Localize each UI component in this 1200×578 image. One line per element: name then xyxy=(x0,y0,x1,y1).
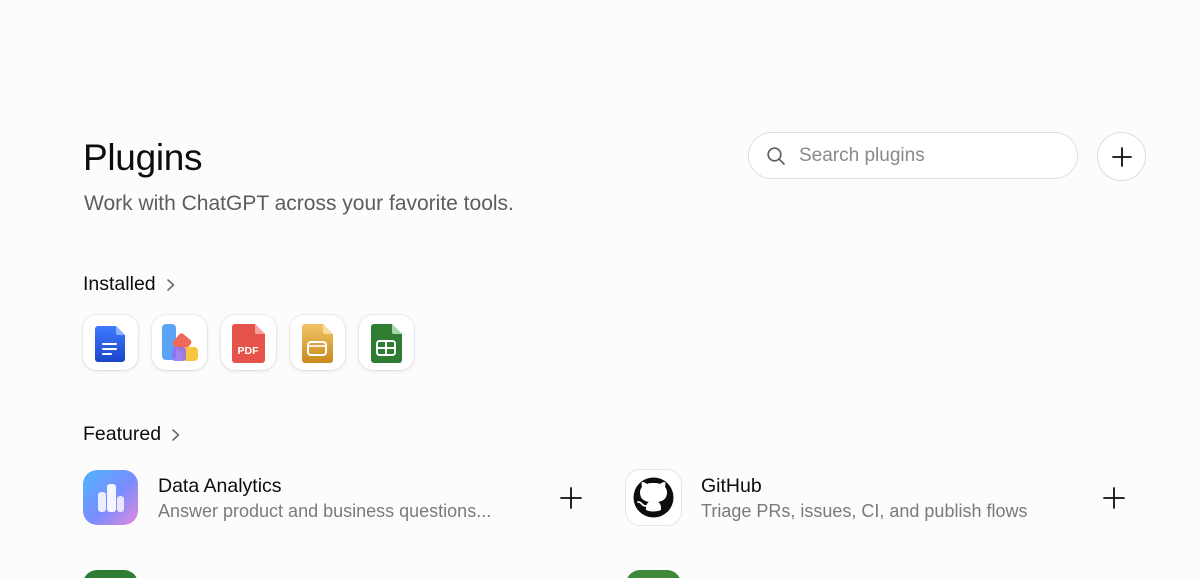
featured-item-name: Data Analytics xyxy=(158,475,282,497)
featured-item-logo-partial xyxy=(626,570,681,578)
featured-label: Featured xyxy=(83,423,162,445)
featured-item-logo-partial xyxy=(83,570,138,578)
pdf-icon: PDF xyxy=(231,323,265,363)
add-plugin-plus-icon[interactable] xyxy=(1102,486,1126,510)
installed-app-pdf[interactable]: PDF xyxy=(221,315,276,370)
page-subtitle: Work with ChatGPT across your favorite t… xyxy=(84,192,514,215)
featured-section-link[interactable]: Featured xyxy=(83,422,183,446)
chevron-right-icon xyxy=(166,278,174,291)
docs-icon xyxy=(94,325,125,362)
sheets-icon xyxy=(370,323,402,363)
featured-item-data-analytics[interactable]: Data Analytics Answer product and busine… xyxy=(83,470,588,526)
search-box[interactable] xyxy=(748,132,1078,179)
featured-item-description: Answer product and business questions... xyxy=(158,501,492,521)
github-icon xyxy=(626,470,681,525)
slides-icon xyxy=(301,323,333,363)
featured-item-github[interactable]: GitHub Triage PRs, issues, CI, and publi… xyxy=(626,470,1131,526)
chevron-right-icon xyxy=(172,428,180,441)
installed-app-docs[interactable] xyxy=(83,315,138,370)
installed-apps: PDF xyxy=(83,315,414,370)
data-analytics-icon xyxy=(83,470,138,525)
add-plugin-button[interactable] xyxy=(1097,132,1146,181)
installed-app-slides[interactable] xyxy=(290,315,345,370)
featured-item-description: Triage PRs, issues, CI, and publish flow… xyxy=(701,501,1028,521)
featured-item-name: GitHub xyxy=(701,475,762,497)
add-plugin-plus-icon[interactable] xyxy=(559,486,583,510)
page-title: Plugins xyxy=(83,137,203,178)
installed-app-design[interactable] xyxy=(152,315,207,370)
installed-app-sheets[interactable] xyxy=(359,315,414,370)
plus-icon xyxy=(1112,147,1132,167)
installed-section-link[interactable]: Installed xyxy=(83,272,178,296)
design-icon xyxy=(161,323,198,361)
search-input[interactable] xyxy=(799,133,1059,178)
installed-label: Installed xyxy=(83,273,156,295)
plugins-page: Plugins Work with ChatGPT across your fa… xyxy=(0,0,1200,578)
svg-text:PDF: PDF xyxy=(237,345,259,357)
search-icon xyxy=(767,147,785,165)
